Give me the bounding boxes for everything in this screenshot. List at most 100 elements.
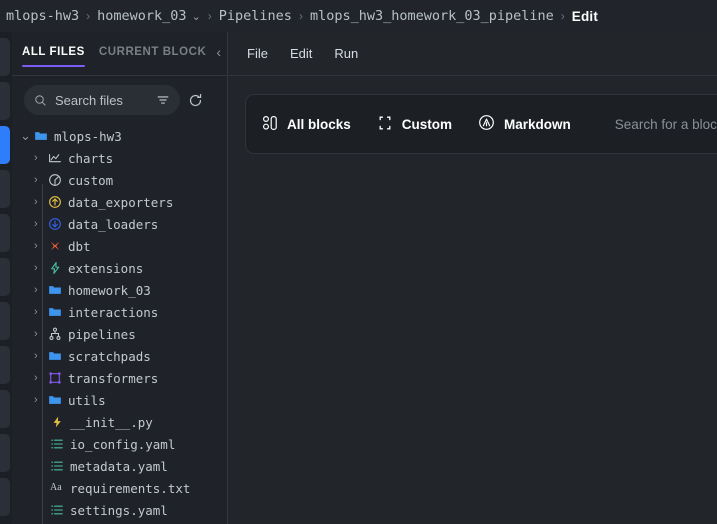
editor-menu-bar: File Edit Run	[229, 32, 717, 76]
rail-tab-7[interactable]	[0, 346, 10, 384]
file-browser-panel: ALL FILES CURRENT BLOCK ‹ Search files ⌄…	[12, 32, 228, 524]
tab-all-files[interactable]: ALL FILES	[22, 46, 85, 67]
search-placeholder: Search files	[55, 92, 123, 108]
block-toolbar-wrapper: All blocks Custom Markdown Search for a …	[229, 76, 717, 154]
block-toolbar: All blocks Custom Markdown Search for a …	[245, 94, 717, 154]
tree-item-scratchpads[interactable]: › scratchpads	[12, 345, 227, 367]
pipeline-tree-icon	[48, 327, 66, 341]
filter-icon[interactable]	[156, 93, 170, 107]
tree-item-data-exporters[interactable]: › data_exporters	[12, 191, 227, 213]
tree-item-pipelines[interactable]: › pipelines	[12, 323, 227, 345]
file-tree: ⌄ mlops-hw3 › charts › custom › data_exporters ›…	[12, 122, 227, 521]
custom-icon	[48, 173, 66, 187]
chevron-right-icon[interactable]: ›	[34, 284, 48, 296]
folder-icon	[48, 283, 66, 297]
tree-item-init-py[interactable]: __init__.py	[12, 411, 227, 433]
chevron-right-icon[interactable]: ›	[34, 262, 48, 274]
menu-edit[interactable]: Edit	[290, 46, 312, 61]
tree-item-requirements-txt[interactable]: Aa requirements.txt	[12, 477, 227, 499]
chevron-right-icon[interactable]: ›	[34, 218, 48, 230]
custom-block-button[interactable]: Custom	[377, 115, 452, 134]
breadcrumb-item-workspace[interactable]: homework_03	[97, 8, 186, 24]
tree-item-charts[interactable]: › charts	[12, 147, 227, 169]
chevron-right-icon[interactable]: ›	[34, 350, 48, 362]
rail-tab-10[interactable]	[0, 478, 10, 516]
rail-tab-2[interactable]	[0, 126, 10, 164]
mage-markdown-icon	[478, 114, 495, 134]
chevron-right-icon[interactable]: ›	[34, 196, 48, 208]
rail-tab-1[interactable]	[0, 82, 10, 120]
pipeline-editor: File Edit Run All blocks Custom Markdown…	[229, 32, 717, 524]
breadcrumb-item-project[interactable]: mlops-hw3	[6, 8, 79, 24]
tree-item-label: io_config.yaml	[70, 436, 176, 452]
tree-item-label: pipelines	[68, 326, 136, 342]
text-aa-icon: Aa	[50, 482, 62, 493]
dbt-icon	[48, 239, 66, 253]
chevron-right-icon[interactable]: ›	[34, 372, 48, 384]
chevron-right-icon[interactable]: ›	[34, 174, 48, 186]
rail-tab-9[interactable]	[0, 434, 10, 472]
tree-item-label: utils	[68, 392, 106, 408]
tree-item-label: requirements.txt	[70, 480, 191, 496]
folder-icon	[48, 349, 66, 363]
breadcrumb-separator: ›	[86, 9, 91, 23]
chevron-right-icon[interactable]: ›	[34, 306, 48, 318]
chevron-right-icon[interactable]: ›	[34, 328, 48, 340]
chevron-down-icon[interactable]: ⌄	[192, 10, 201, 23]
tab-current-block[interactable]: CURRENT BLOCK	[99, 46, 206, 67]
rail-tab-4[interactable]	[0, 214, 10, 252]
left-rail	[0, 32, 12, 524]
breadcrumb-separator: ›	[560, 9, 565, 23]
tree-item-label: homework_03	[68, 282, 151, 298]
rail-tab-0[interactable]	[0, 38, 10, 76]
rail-tab-6[interactable]	[0, 302, 10, 340]
tree-item-label: __init__.py	[70, 414, 153, 430]
folder-icon	[48, 393, 66, 407]
tree-item-label: mlops-hw3	[54, 128, 122, 144]
tree-item-custom[interactable]: › custom	[12, 169, 227, 191]
tree-item-io-config-yaml[interactable]: io_config.yaml	[12, 433, 227, 455]
custom-brackets-icon	[377, 115, 393, 134]
all-blocks-button[interactable]: All blocks	[262, 115, 351, 134]
tree-item-data-loaders[interactable]: › data_loaders	[12, 213, 227, 235]
block-search-input[interactable]: Search for a block	[615, 117, 717, 132]
breadcrumb-item-pipelines[interactable]: Pipelines	[219, 8, 292, 24]
yaml-list-icon	[50, 437, 68, 451]
all-blocks-label: All blocks	[287, 116, 351, 132]
chevron-right-icon[interactable]: ›	[34, 394, 48, 406]
tree-item-extensions[interactable]: › extensions	[12, 257, 227, 279]
tree-item-settings-yaml[interactable]: settings.yaml	[12, 499, 227, 521]
rail-tab-8[interactable]	[0, 390, 10, 428]
python-bolt-icon	[50, 415, 68, 429]
tree-item-utils[interactable]: › utils	[12, 389, 227, 411]
tree-item-homework-03[interactable]: › homework_03	[12, 279, 227, 301]
transformer-icon	[48, 371, 66, 385]
search-input[interactable]: Search files	[24, 85, 180, 115]
tree-item-label: transformers	[68, 370, 159, 386]
tree-item-transformers[interactable]: › transformers	[12, 367, 227, 389]
breadcrumb-item-pipeline-name[interactable]: mlops_hw3_homework_03_pipeline	[310, 8, 554, 24]
tree-item-label: interactions	[68, 304, 159, 320]
export-up-icon	[48, 195, 66, 209]
menu-run[interactable]: Run	[334, 46, 358, 61]
menu-file[interactable]: File	[247, 46, 268, 61]
collapse-panel-icon[interactable]: ‹	[216, 44, 221, 60]
tree-item-label: metadata.yaml	[70, 458, 168, 474]
tree-item-dbt[interactable]: › dbt	[12, 235, 227, 257]
breadcrumb-separator: ›	[207, 9, 212, 23]
tree-item-interactions[interactable]: › interactions	[12, 301, 227, 323]
all-blocks-icon	[262, 115, 278, 134]
refresh-icon[interactable]	[188, 93, 203, 108]
breadcrumb-separator: ›	[298, 9, 303, 23]
markdown-block-button[interactable]: Markdown	[478, 114, 571, 134]
tree-item-label: charts	[68, 150, 114, 166]
chevron-right-icon[interactable]: ›	[34, 240, 48, 252]
rail-tab-5[interactable]	[0, 258, 10, 296]
tree-item-mlops-hw3[interactable]: ⌄ mlops-hw3	[12, 125, 227, 147]
tree-item-metadata-yaml[interactable]: metadata.yaml	[12, 455, 227, 477]
tree-item-label: data_loaders	[68, 216, 159, 232]
tree-item-label: custom	[68, 172, 114, 188]
chevron-right-icon[interactable]: ›	[34, 152, 48, 164]
rail-tab-3[interactable]	[0, 170, 10, 208]
chevron-down-icon[interactable]: ⌄	[20, 128, 34, 144]
